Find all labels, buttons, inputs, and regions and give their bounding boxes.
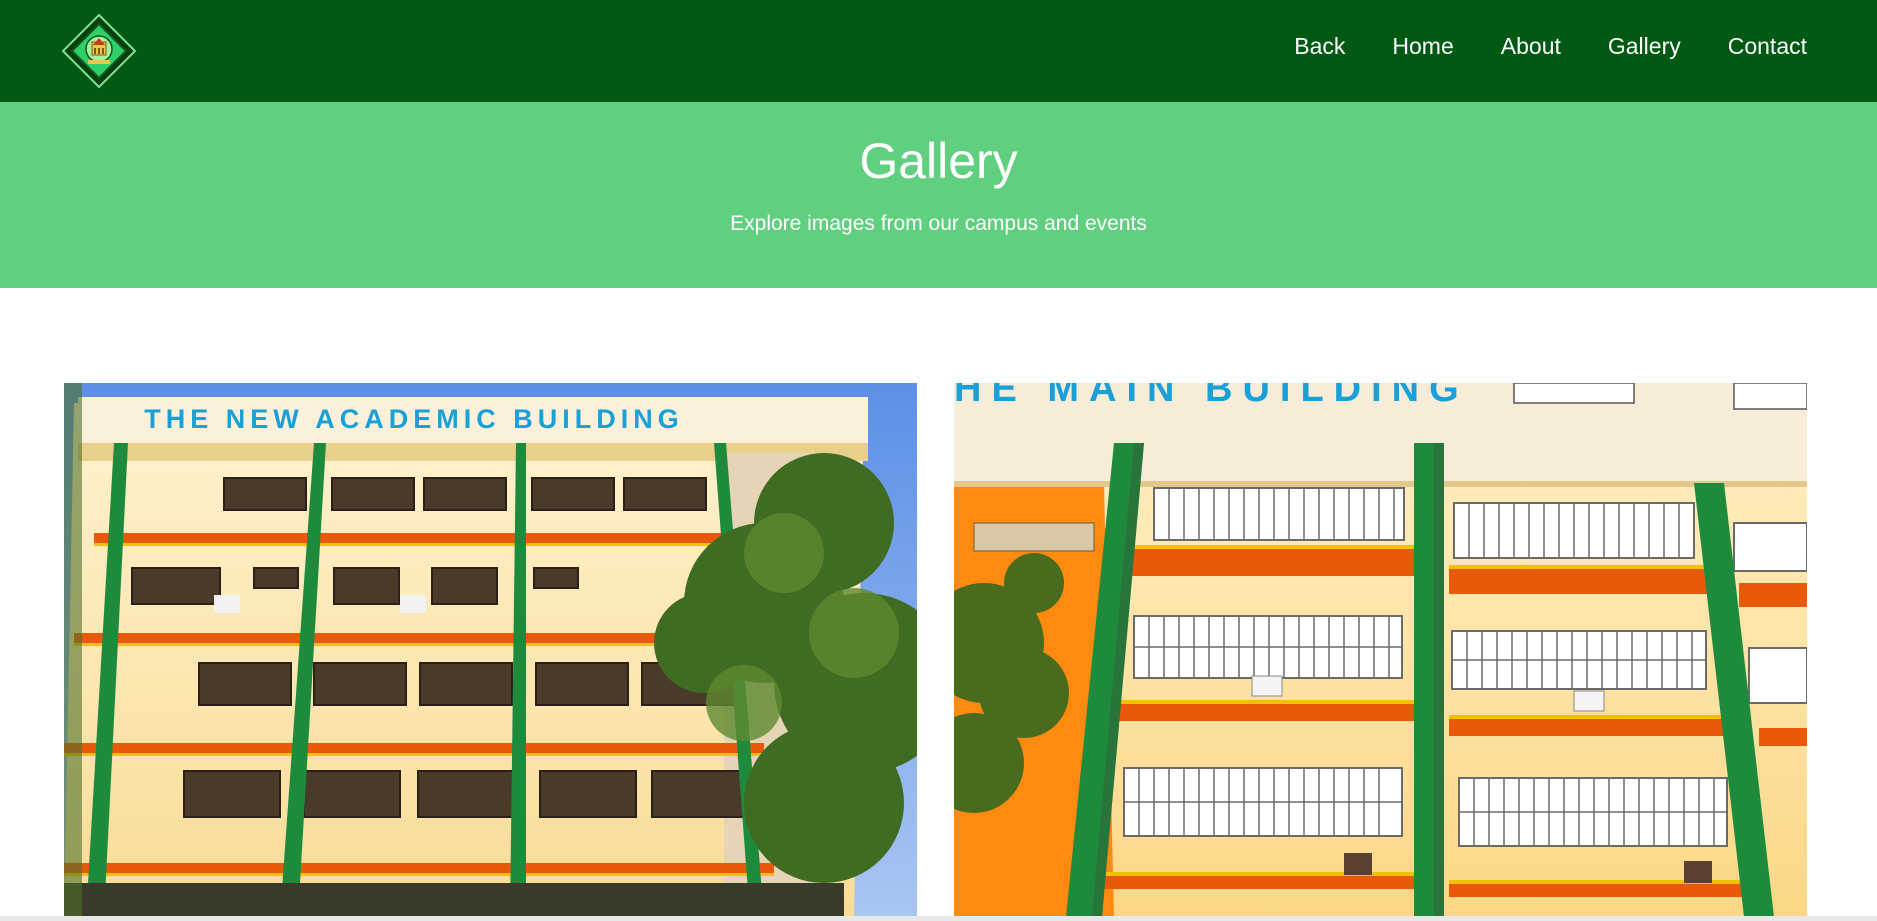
site-header: Back Home About Gallery Contact xyxy=(0,0,1877,102)
site-logo[interactable] xyxy=(60,12,138,90)
nav-gallery-link[interactable]: Gallery xyxy=(1608,33,1681,60)
nav-about-link[interactable]: About xyxy=(1501,33,1561,60)
building-photo: THE NEW ACADEMIC BUILDING xyxy=(64,383,917,917)
main-nav: Back Home About Gallery Contact xyxy=(1294,0,1807,92)
nav-back-link[interactable]: Back xyxy=(1294,33,1345,60)
page-subtitle: Explore images from our campus and event… xyxy=(730,212,1147,235)
gallery-image-new-academic-building[interactable]: THE NEW ACADEMIC BUILDING xyxy=(64,383,917,917)
building-sign-text: THE NEW ACADEMIC BUILDING xyxy=(144,404,683,434)
gallery-hero: Gallery Explore images from our campus a… xyxy=(0,102,1877,288)
gallery-image-main-building[interactable]: HE MAIN BUILDING xyxy=(954,383,1807,917)
page-title: Gallery xyxy=(859,133,1018,189)
seal-icon xyxy=(61,13,137,89)
building-sign-text: HE MAIN BUILDING xyxy=(954,383,1469,410)
page-divider xyxy=(0,916,1877,921)
nav-contact-link[interactable]: Contact xyxy=(1728,33,1807,60)
building-photo: HE MAIN BUILDING xyxy=(954,383,1807,917)
nav-home-link[interactable]: Home xyxy=(1392,33,1453,60)
